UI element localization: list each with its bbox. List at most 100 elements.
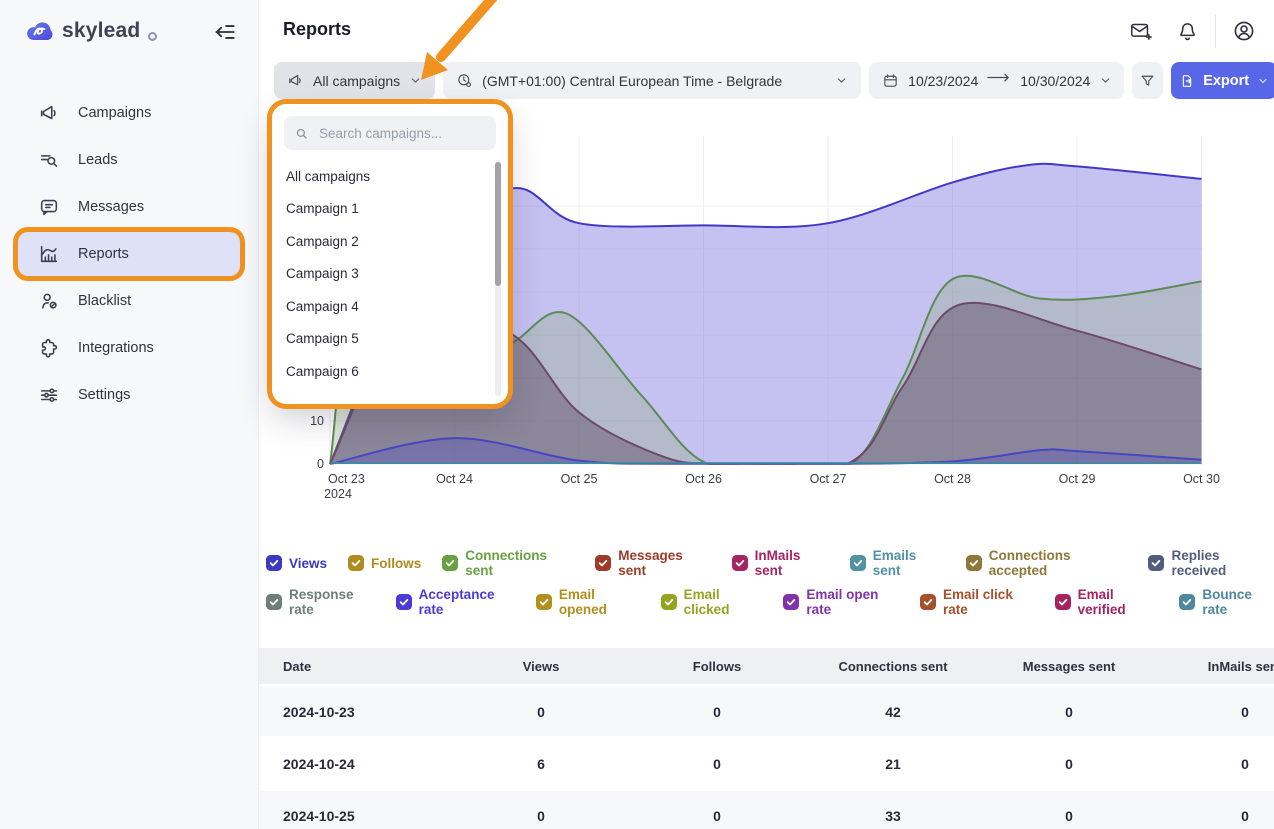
legend-label: Emails sent xyxy=(873,548,945,578)
campaign-selector[interactable]: All campaigns xyxy=(274,62,435,99)
chevron-down-icon xyxy=(835,74,848,87)
table-row: 2024-10-24602100 xyxy=(258,738,1274,790)
legend-checkbox[interactable] xyxy=(661,594,677,610)
export-button[interactable]: Export xyxy=(1171,62,1274,99)
mail-plus-icon xyxy=(1129,19,1153,43)
campaign-search-input[interactable] xyxy=(317,125,486,142)
sidebar-item-reports[interactable]: Reports xyxy=(18,232,240,276)
timezone-selector[interactable]: (GMT+01:00) Central European Time - Belg… xyxy=(443,62,861,99)
campaign-option[interactable]: Campaign 4 xyxy=(286,290,508,323)
x-tick-label: Oct 25 xyxy=(561,472,598,486)
sidebar-item-messages[interactable]: Messages xyxy=(18,185,240,229)
legend-checkbox[interactable] xyxy=(966,555,982,571)
report-table: DateViewsFollowsConnections sentMessages… xyxy=(258,648,1274,829)
legend-checkbox[interactable] xyxy=(732,555,748,571)
campaign-option[interactable]: All campaigns xyxy=(286,160,508,193)
legend-item-email-click-rate[interactable]: Email click rate xyxy=(920,587,1034,617)
logo: skylead xyxy=(24,16,157,46)
table-column-header: InMails sent xyxy=(1157,648,1274,686)
sidebar-item-integrations[interactable]: Integrations xyxy=(18,326,240,370)
legend-checkbox[interactable] xyxy=(266,555,282,571)
funnel-icon xyxy=(1139,72,1156,89)
date-range-picker[interactable]: 10/23/2024 10/30/2024 xyxy=(869,62,1124,99)
account-button[interactable] xyxy=(1226,13,1262,49)
cell-value: 0 xyxy=(629,790,805,829)
legend-checkbox[interactable] xyxy=(1179,594,1195,610)
legend-checkbox[interactable] xyxy=(783,594,799,610)
sidebar: skylead Campaigns Leads Messages Reports… xyxy=(0,0,259,829)
legend-item-email-opened[interactable]: Email opened xyxy=(536,587,640,617)
topbar-actions xyxy=(1123,13,1262,49)
search-icon xyxy=(294,126,309,141)
legend-checkbox[interactable] xyxy=(1148,555,1164,571)
sidebar-item-leads[interactable]: Leads xyxy=(18,138,240,182)
sliders-icon xyxy=(38,384,60,406)
legend-item-messages-sent[interactable]: Messages sent xyxy=(595,548,710,578)
notifications-button[interactable] xyxy=(1169,13,1205,49)
main-content: Reports All campaigns xyxy=(258,0,1274,829)
filter-bar: All campaigns (GMT+01:00) Central Europe… xyxy=(274,62,1274,99)
logo-dot xyxy=(148,32,157,41)
legend-checkbox[interactable] xyxy=(850,555,866,571)
topbar-divider xyxy=(1215,14,1216,48)
legend-checkbox[interactable] xyxy=(266,594,282,610)
legend-checkbox[interactable] xyxy=(396,594,412,610)
export-label: Export xyxy=(1203,73,1249,89)
puzzle-icon xyxy=(38,337,60,359)
logo-text: skylead xyxy=(62,19,140,43)
legend-item-replies-received[interactable]: Replies received xyxy=(1148,548,1274,578)
legend-item-connections-sent[interactable]: Connections sent xyxy=(442,548,574,578)
dropdown-scrollbar-thumb[interactable] xyxy=(495,162,501,286)
collapse-sidebar-icon[interactable] xyxy=(212,19,238,45)
legend-checkbox[interactable] xyxy=(920,594,936,610)
legend-checkbox[interactable] xyxy=(442,555,458,571)
legend-label: InMails sent xyxy=(755,548,829,578)
sidebar-item-settings[interactable]: Settings xyxy=(18,373,240,417)
leads-icon xyxy=(38,149,60,171)
chat-icon xyxy=(38,196,60,218)
cell-value: 0 xyxy=(629,738,805,790)
legend-item-email-clicked[interactable]: Email clicked xyxy=(661,587,763,617)
y-tick-label: 10 xyxy=(310,414,324,428)
campaign-option[interactable]: Campaign 5 xyxy=(286,323,508,356)
legend-item-connections-accepted[interactable]: Connections accepted xyxy=(966,548,1128,578)
legend-checkbox[interactable] xyxy=(348,555,364,571)
legend-item-emails-sent[interactable]: Emails sent xyxy=(850,548,945,578)
y-tick-label: 0 xyxy=(317,457,324,471)
campaign-option[interactable]: Campaign 2 xyxy=(286,225,508,258)
campaign-option[interactable]: Campaign 3 xyxy=(286,258,508,291)
filter-button[interactable] xyxy=(1132,62,1163,99)
legend-item-views[interactable]: Views xyxy=(266,555,327,571)
legend-item-response-rate[interactable]: Response rate xyxy=(266,587,375,617)
legend-item-follows[interactable]: Follows xyxy=(348,555,421,571)
legend-label: Messages sent xyxy=(618,548,710,578)
legend-checkbox[interactable] xyxy=(595,555,611,571)
new-message-button[interactable] xyxy=(1123,13,1159,49)
megaphone-icon xyxy=(287,72,304,89)
legend-item-inmails-sent[interactable]: InMails sent xyxy=(732,548,829,578)
legend-label: Email opened xyxy=(559,587,640,617)
legend-label: Follows xyxy=(371,556,421,571)
date-range-start: 10/23/2024 xyxy=(908,73,978,89)
sidebar-item-campaigns[interactable]: Campaigns xyxy=(18,91,240,135)
campaign-search[interactable] xyxy=(284,116,496,150)
cell-value: 6 xyxy=(453,738,629,790)
legend-item-acceptance-rate[interactable]: Acceptance rate xyxy=(396,587,515,617)
legend-item-email-open-rate[interactable]: Email open rate xyxy=(783,587,899,617)
legend-label: Email verified xyxy=(1078,587,1159,617)
cell-value: 0 xyxy=(629,686,805,738)
campaign-option[interactable]: Campaign 1 xyxy=(286,193,508,226)
legend-checkbox[interactable] xyxy=(536,594,552,610)
skylead-logo-icon xyxy=(24,16,54,46)
x-tick-label: Oct 23 xyxy=(328,472,365,486)
sidebar-nav: Campaigns Leads Messages Reports Blackli… xyxy=(0,88,258,420)
legend-item-bounce-rate[interactable]: Bounce rate xyxy=(1179,587,1274,617)
cell-date: 2024-10-25 xyxy=(258,790,453,829)
cell-value: 42 xyxy=(805,686,981,738)
x-tick-label: Oct 29 xyxy=(1059,472,1096,486)
legend-checkbox[interactable] xyxy=(1055,594,1071,610)
legend-item-email-verified[interactable]: Email verified xyxy=(1055,587,1159,617)
sidebar-item-blacklist[interactable]: Blacklist xyxy=(18,279,240,323)
date-range-end: 10/30/2024 xyxy=(1020,73,1090,89)
campaign-option[interactable]: Campaign 6 xyxy=(286,355,508,388)
